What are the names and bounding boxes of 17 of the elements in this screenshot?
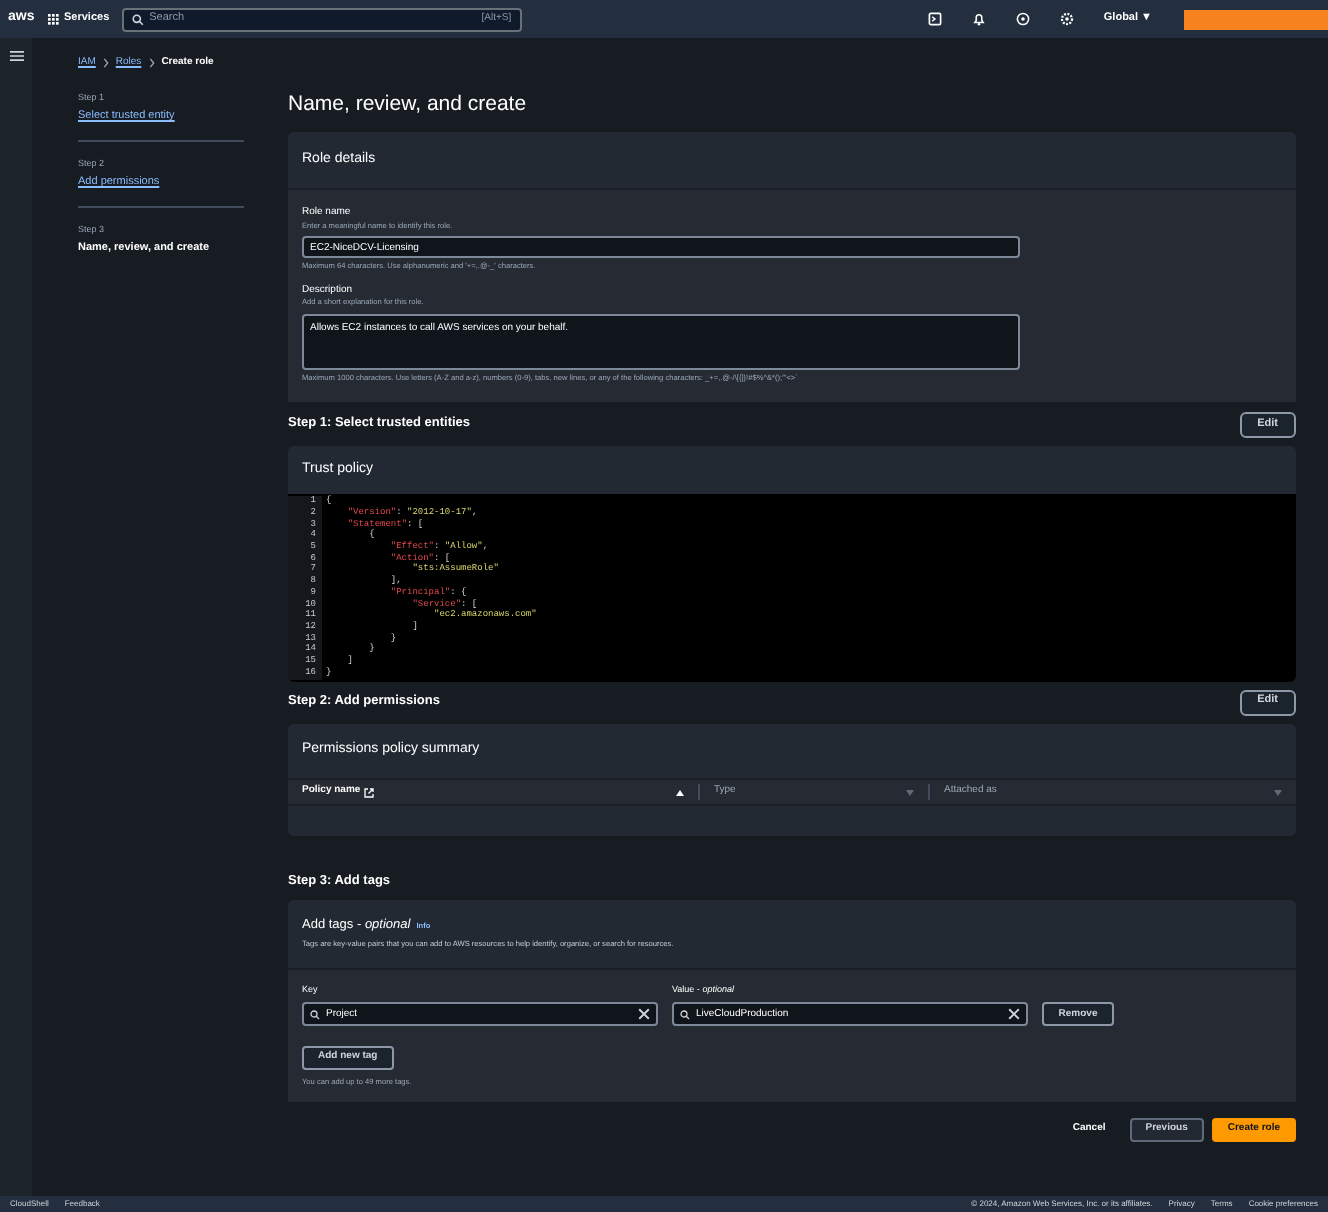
chevron-icon [147,58,156,69]
menu-icon[interactable] [9,50,23,62]
clear-icon[interactable] [1008,1008,1020,1021]
external-link-icon[interactable] [364,787,375,797]
search-icon [310,1009,320,1020]
terminal-icon[interactable] [927,12,942,26]
search-icon [680,1009,690,1020]
chevron-icon [101,58,110,69]
sort-icon[interactable] [676,789,684,795]
settings-icon[interactable] [1059,12,1074,26]
clear-icon[interactable] [638,1008,650,1021]
help-icon[interactable] [1015,12,1030,26]
redacted-block [1184,9,1328,29]
page-title: Name, review, and create [288,94,529,115]
search-icon [131,13,144,25]
grid-icon [48,13,60,25]
bell-icon[interactable] [971,12,986,26]
